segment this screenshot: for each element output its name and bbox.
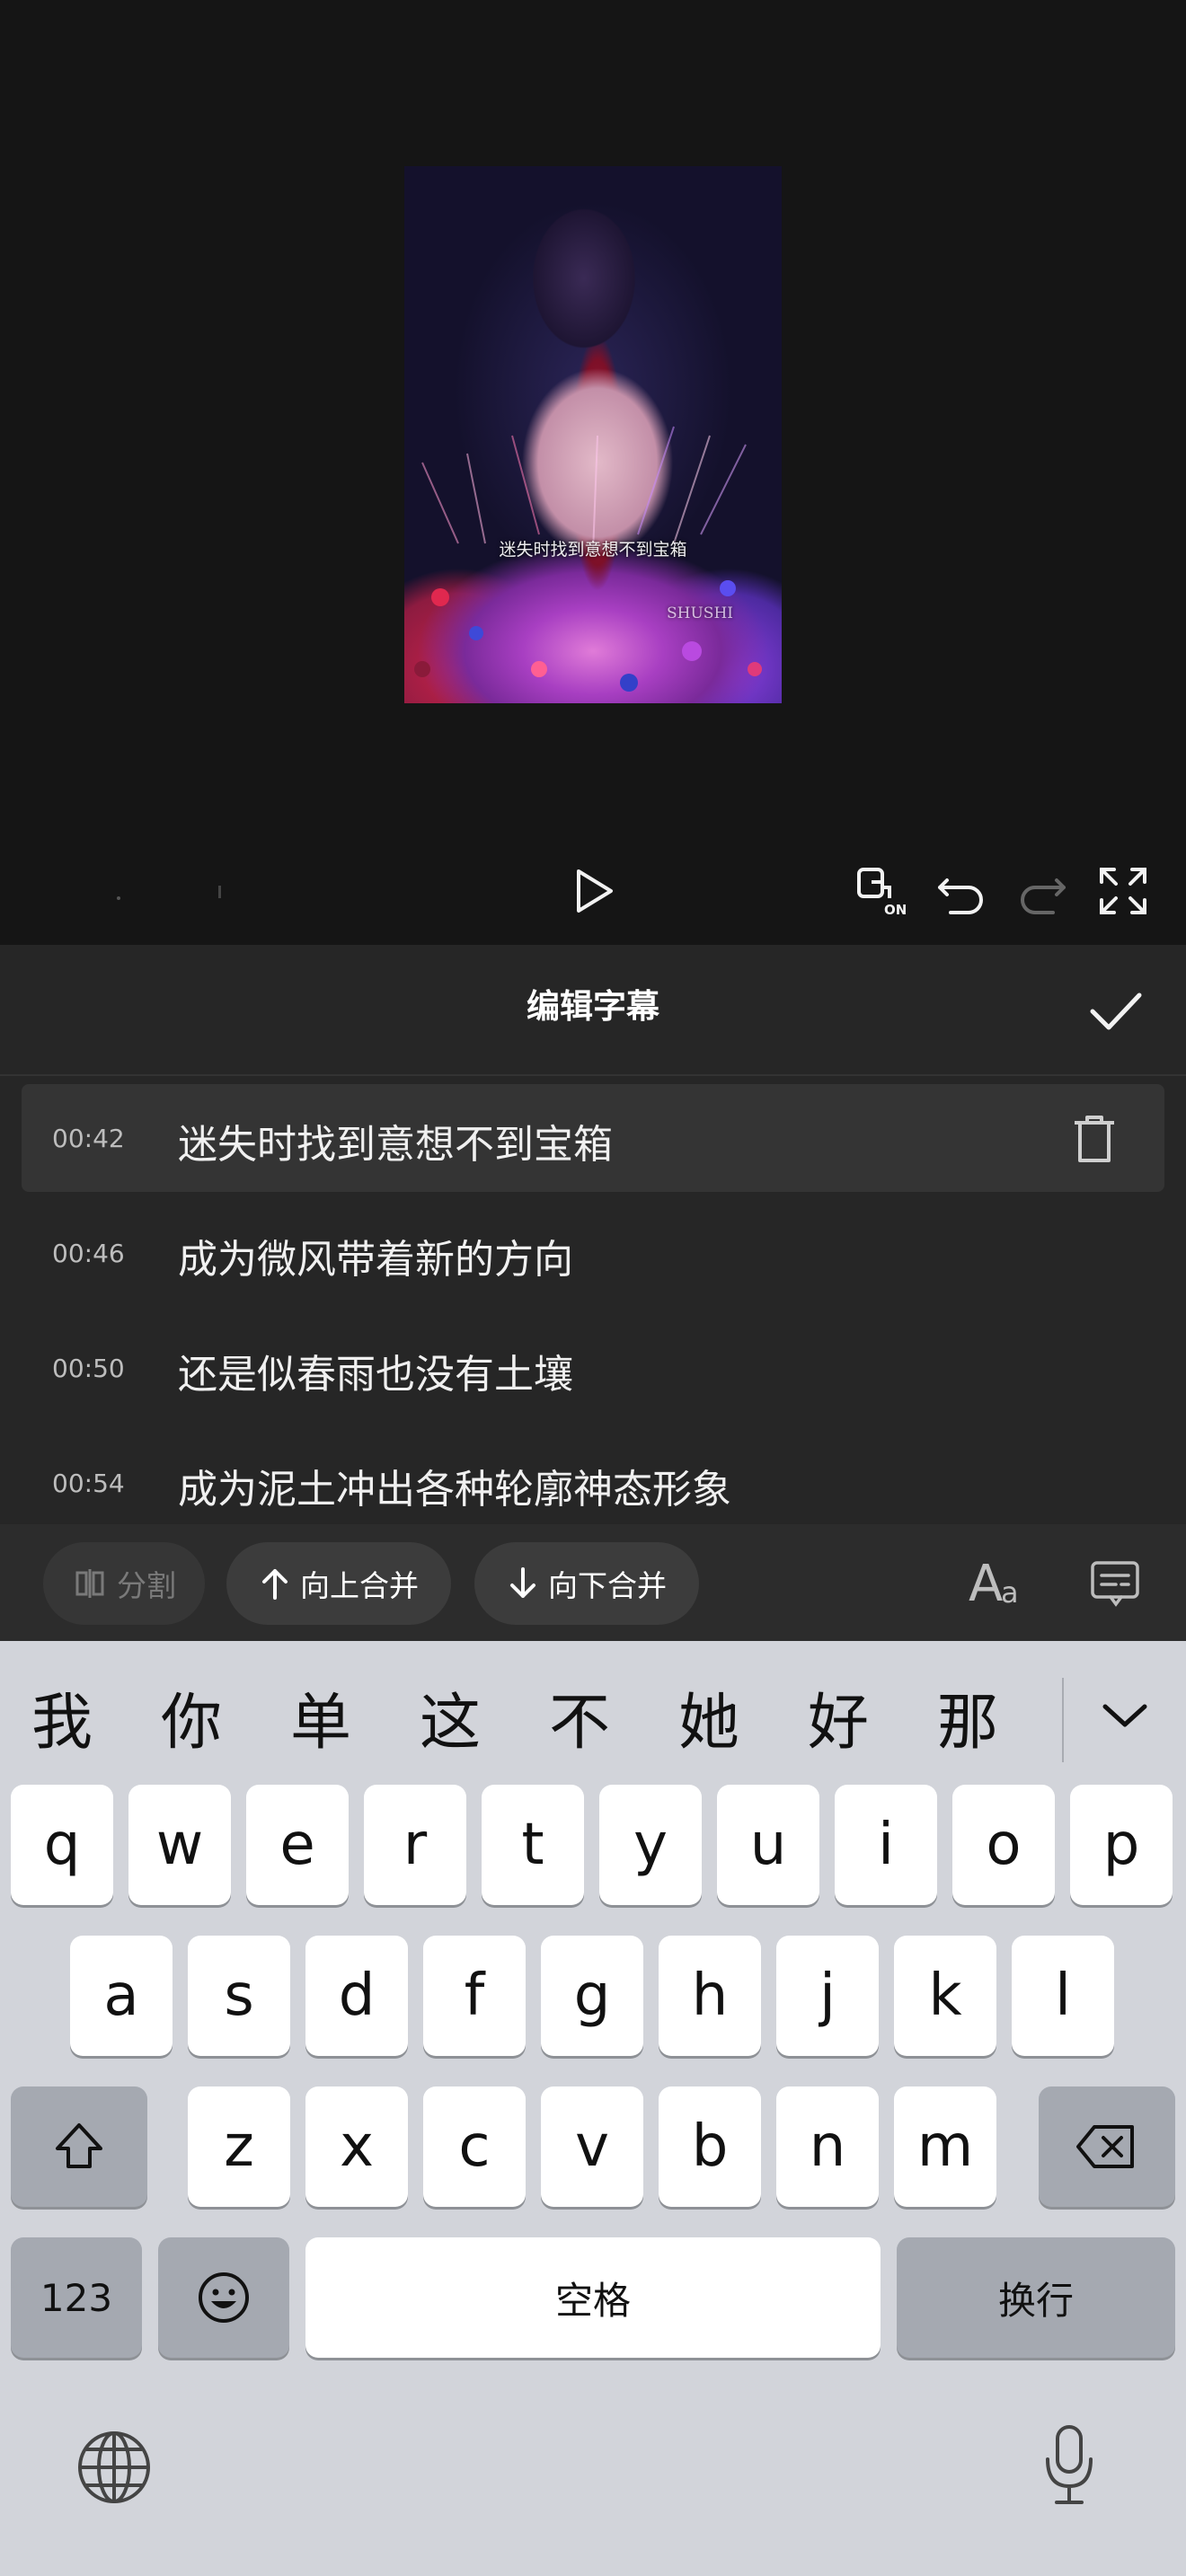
candidate-word[interactable]: 好 (793, 1672, 883, 1761)
shift-key[interactable] (11, 2086, 147, 2207)
key-w[interactable]: w (128, 1785, 231, 1905)
undo-button[interactable] (933, 862, 990, 920)
svg-text:a: a (1001, 1575, 1019, 1610)
subtitle-time: 00:46 (52, 1239, 125, 1268)
key-i[interactable]: i (835, 1785, 937, 1905)
fullscreen-icon (1100, 868, 1146, 914)
key-g[interactable]: g (541, 1936, 643, 2056)
key-x[interactable]: x (305, 2086, 408, 2207)
subtitle-text[interactable]: 成为微风带着新的方向 (178, 1227, 573, 1284)
key-u[interactable]: u (717, 1785, 819, 1905)
microphone-icon (1046, 2425, 1093, 2504)
key-o[interactable]: o (952, 1785, 1055, 1905)
globe-icon (78, 2431, 150, 2503)
key-a[interactable]: a (70, 1936, 173, 2056)
split-icon (75, 1569, 104, 1598)
key-b[interactable]: b (659, 2086, 761, 2207)
candidate-word[interactable]: 单 (276, 1672, 366, 1761)
backspace-key[interactable] (1039, 2086, 1175, 2207)
arrow-down-icon (510, 1567, 535, 1598)
svg-text:A: A (969, 1555, 1003, 1613)
redo-icon (1021, 878, 1066, 914)
confirm-button[interactable] (1087, 983, 1145, 1040)
key-l[interactable]: l (1012, 1936, 1114, 2056)
subtitle-time: 00:42 (52, 1124, 125, 1153)
expand-candidates-button[interactable] (1100, 1690, 1150, 1741)
fullscreen-button[interactable] (1094, 862, 1152, 920)
key-e[interactable]: e (246, 1785, 349, 1905)
split-button[interactable]: 分割 (43, 1542, 205, 1625)
key-t[interactable]: t (482, 1785, 584, 1905)
subtitle-list-button[interactable] (1089, 1559, 1143, 1610)
key-m[interactable]: m (894, 2086, 996, 2207)
subtitle-list-icon (1091, 1561, 1139, 1607)
merge-up-button[interactable]: 向上合并 (226, 1542, 451, 1625)
play-icon (577, 869, 613, 913)
key-h[interactable]: h (659, 1936, 761, 2056)
emoji-icon (199, 2272, 249, 2323)
merge-down-label: 向下合并 (548, 1568, 667, 1603)
return-key[interactable]: 换行 (897, 2237, 1175, 2358)
redo-button[interactable] (1013, 862, 1071, 920)
undo-icon (938, 878, 983, 914)
key-d[interactable]: d (305, 1936, 408, 2056)
arrow-up-icon (262, 1569, 288, 1600)
key-s[interactable]: s (188, 1936, 290, 2056)
chevron-down-icon (1102, 1704, 1147, 1727)
timeline-marker (218, 886, 221, 898)
microphone-button[interactable] (1042, 2423, 1096, 2510)
key-y[interactable]: y (599, 1785, 702, 1905)
text-style-button[interactable]: A a (967, 1554, 1030, 1613)
subtitle-text-input[interactable]: 迷失时找到意想不到宝箱 (178, 1112, 613, 1169)
key-c[interactable]: c (423, 2086, 526, 2207)
candidate-word[interactable]: 这 (405, 1672, 495, 1761)
subtitle-time: 00:54 (52, 1469, 125, 1498)
checkmark-icon (1090, 992, 1142, 1030)
emoji-key[interactable] (158, 2237, 289, 2358)
key-p[interactable]: p (1070, 1785, 1173, 1905)
panel-divider (0, 1074, 1186, 1076)
subtitle-text[interactable]: 还是似春雨也没有土壤 (178, 1342, 573, 1399)
candidate-word[interactable]: 不 (535, 1672, 624, 1761)
backspace-icon (1076, 2125, 1134, 2168)
candidate-word[interactable]: 你 (146, 1672, 236, 1761)
globe-button[interactable] (75, 2429, 153, 2506)
video-artwork (414, 426, 762, 692)
subtitle-time: 00:50 (52, 1354, 125, 1383)
shift-icon (56, 2123, 102, 2168)
merge-up-label: 向上合并 (300, 1568, 419, 1603)
compare-on-icon: ON (857, 868, 907, 918)
key-v[interactable]: v (541, 2086, 643, 2207)
space-key[interactable]: 空格 (305, 2237, 881, 2358)
video-caption-overlay: 迷失时找到意想不到宝箱 (499, 540, 687, 560)
candidate-word[interactable]: 她 (664, 1672, 754, 1761)
key-z[interactable]: z (188, 2086, 290, 2207)
compare-toggle-button[interactable]: ON (854, 862, 911, 920)
panel-title: 编辑字幕 (527, 987, 659, 1026)
video-frame[interactable]: 迷失时找到意想不到宝箱 SHUSHI (404, 166, 782, 703)
key-j[interactable]: j (776, 1936, 879, 2056)
candidate-divider (1062, 1678, 1064, 1762)
svg-text:ON: ON (884, 902, 907, 918)
key-f[interactable]: f (423, 1936, 526, 2056)
key-n[interactable]: n (776, 2086, 879, 2207)
subtitle-text[interactable]: 成为泥土冲出各种轮廓神态形象 (178, 1457, 731, 1514)
delete-subtitle-button[interactable] (1069, 1112, 1120, 1166)
trash-icon (1075, 1116, 1114, 1162)
split-label: 分割 (117, 1568, 176, 1603)
candidate-word[interactable]: 那 (923, 1672, 1013, 1761)
video-watermark: SHUSHI (667, 604, 733, 622)
text-style-icon: A a (969, 1555, 1019, 1613)
numbers-key[interactable]: 123 (11, 2237, 142, 2358)
play-button[interactable] (564, 862, 622, 920)
merge-down-button[interactable]: 向下合并 (474, 1542, 699, 1625)
key-r[interactable]: r (364, 1785, 466, 1905)
timeline-marker (117, 896, 120, 900)
key-k[interactable]: k (894, 1936, 996, 2056)
candidate-word[interactable]: 我 (17, 1672, 107, 1761)
key-q[interactable]: q (11, 1785, 113, 1905)
